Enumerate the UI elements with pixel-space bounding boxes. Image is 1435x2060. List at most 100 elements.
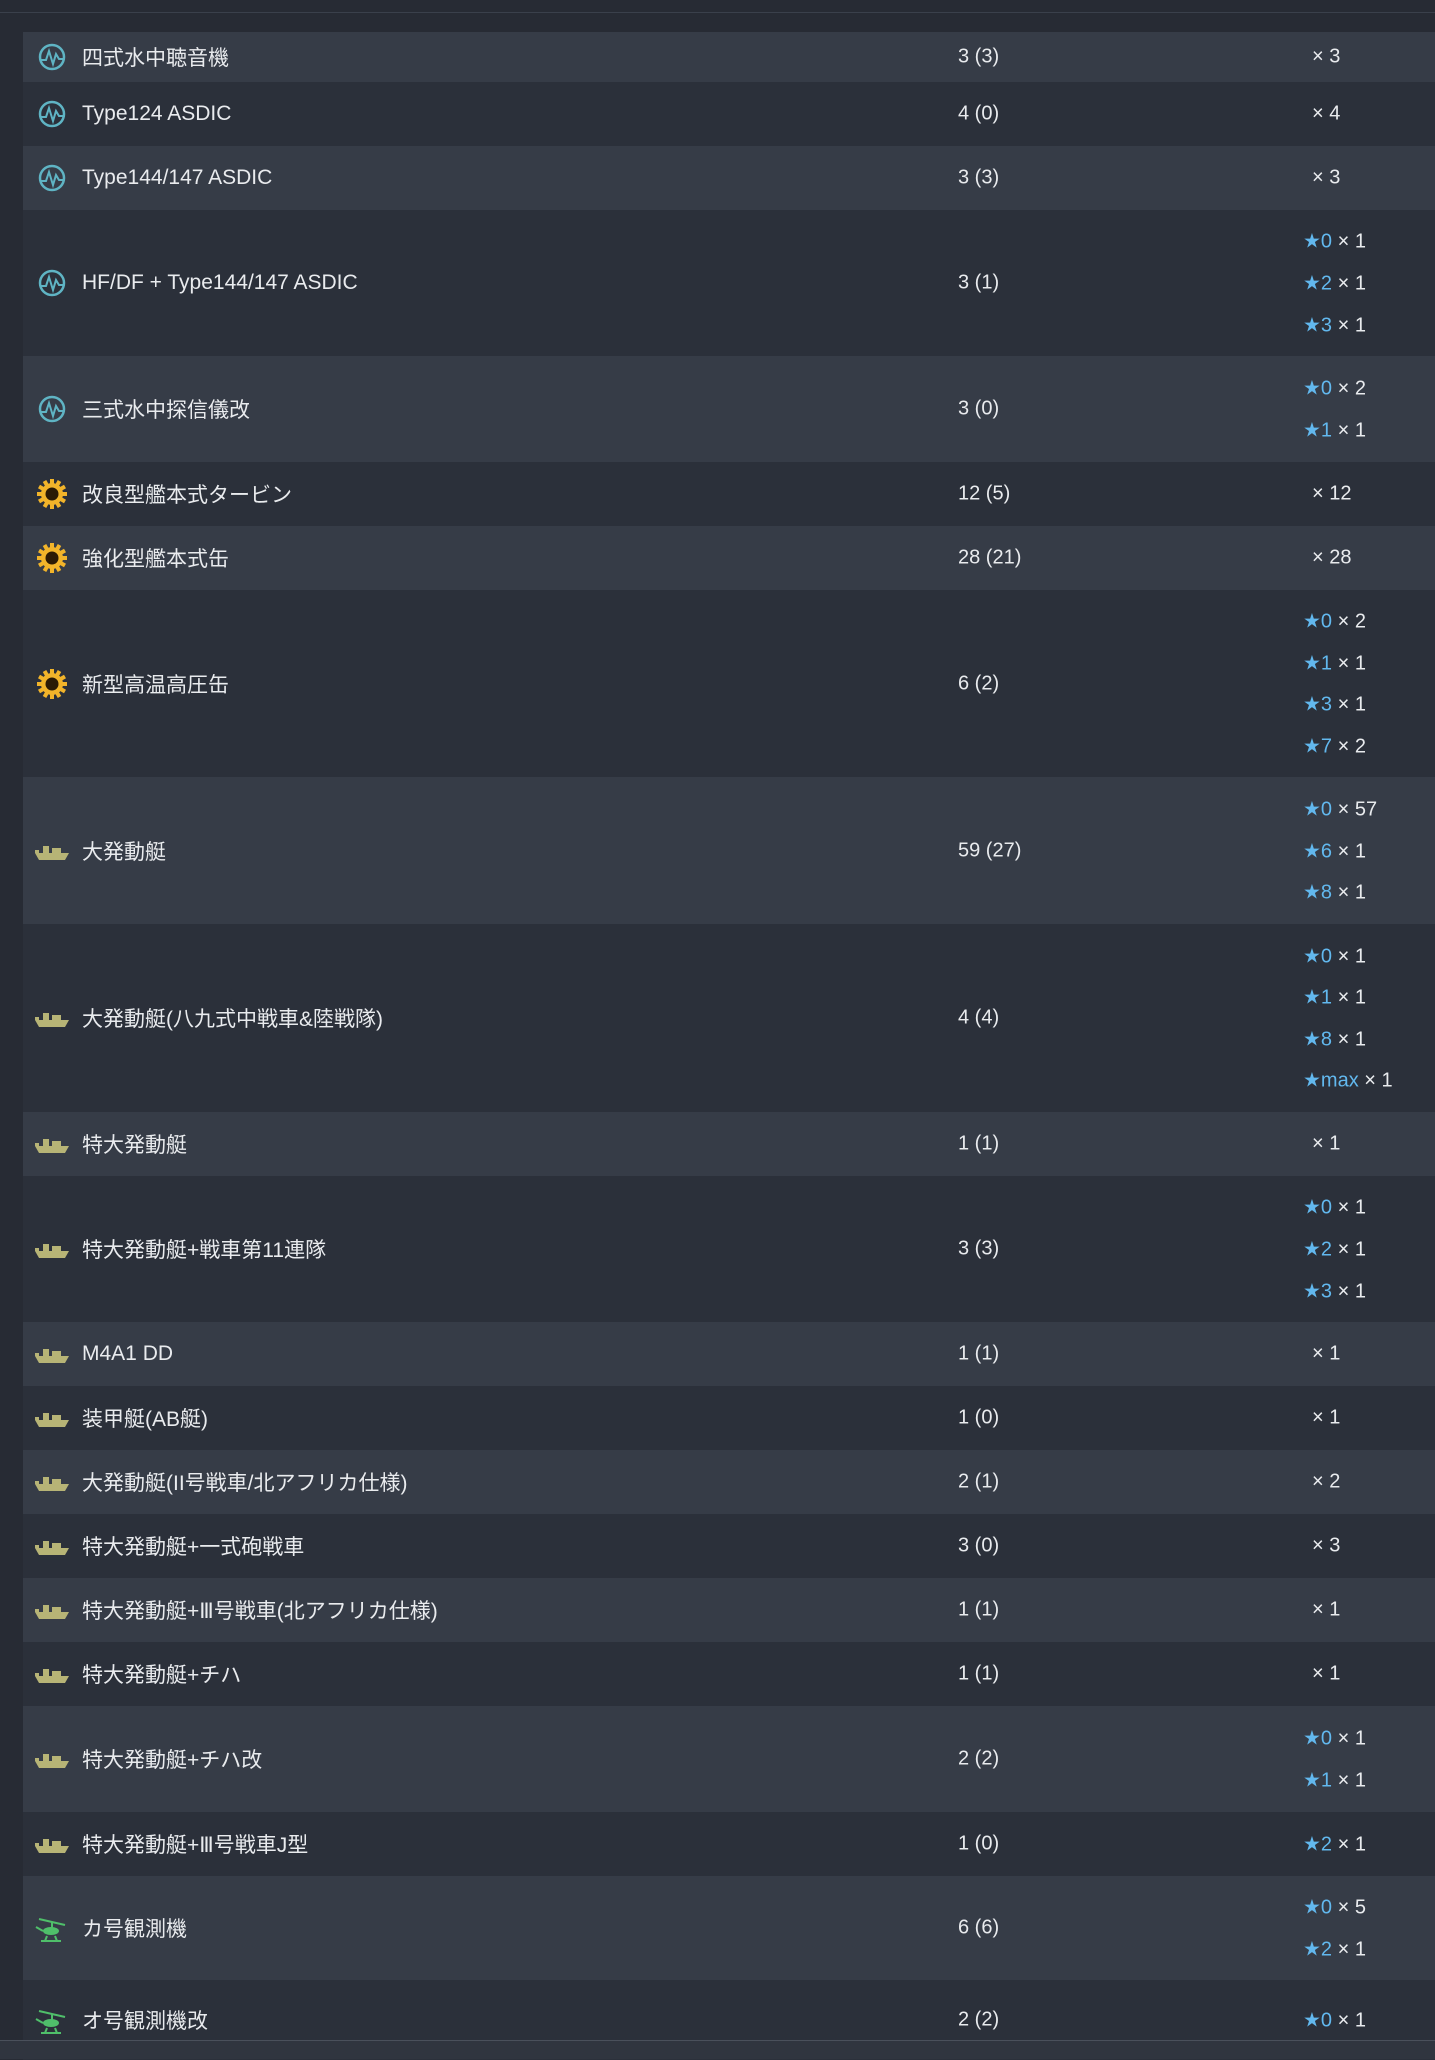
improvement-level: ★3 [1303,693,1333,716]
improvement-count: × 1 [1332,652,1366,675]
table-row: M4A1 DD 1 (1) × 1 [23,1322,1435,1386]
improvement-level: ★8 [1303,1028,1333,1051]
quantity-label: × 3 [1312,45,1341,68]
improvement-line: ★max × 1 [1303,1068,1393,1093]
equipment-count: 2 (2) [958,2008,1000,2031]
improvement-level: ★3 [1303,1280,1333,1303]
table-row: 特大発動艇+Ⅲ号戦車(北アフリカ仕様) 1 (1) × 1 [23,1578,1435,1642]
improvement-level: ★2 [1303,272,1333,295]
table-row: 装甲艇(AB艇) 1 (0) × 1 [23,1386,1435,1450]
equipment-count: 1 (1) [958,1662,1000,1685]
quantity-label: × 12 [1312,482,1352,505]
table-row: 大発動艇 59 (27) ★0 × 57 ★6 × 1 ★8 × 1 [23,777,1435,924]
equipment-name: M4A1 DD [82,1342,174,1365]
equipment-name: 特大発動艇 [82,1134,187,1157]
equipment-count: 1 (0) [958,1832,1000,1855]
improvement-line: ★6 × 1 [1303,838,1366,863]
equipment-name: 特大発動艇+一式砲戦車 [82,1536,305,1559]
improvement-line: ★2 × 1 [1303,1936,1366,1961]
equipment-name: 特大発動艇+チハ改 [82,1749,263,1772]
improvement-level: ★0 [1303,945,1333,968]
equipment-name: 特大発動艇+チハ [82,1664,242,1687]
improvement-count: × 2 [1332,377,1366,400]
improvement-level: ★0 [1303,610,1333,633]
improvement-line: ★3 × 1 [1303,1278,1366,1303]
improvement-line: ★2 × 1 [1303,271,1366,296]
improvement-level: ★0 [1303,798,1333,821]
equipment-count: 2 (2) [958,1747,1000,1770]
equipment-count: 59 (27) [958,839,1022,861]
table-row: 改良型艦本式タービン 12 (5) × 12 [23,462,1435,526]
equipment-count: 28 (21) [958,546,1022,569]
equipment-name: Type144/147 ASDIC [82,166,273,189]
improvement-level: ★max [1303,1069,1359,1092]
equipment-name: 装甲艇(AB艇) [82,1408,208,1431]
improvement-count: × 1 [1332,986,1366,1009]
equipment-name: 特大発動艇+戦車第11連隊 [82,1239,327,1262]
equipment-count: 1 (1) [958,1598,1000,1621]
equipment-count: 12 (5) [958,482,1011,505]
equipment-name: 特大発動艇+Ⅲ号戦車(北アフリカ仕様) [82,1600,438,1623]
landing-craft-icon [33,836,71,866]
improvement-line: ★0 × 1 [1303,1195,1366,1220]
landing-craft-icon [33,1595,71,1625]
improvement-level: ★2 [1303,1833,1333,1856]
table-row: Type144/147 ASDIC 3 (3) × 3 [23,146,1435,210]
improvement-count: × 1 [1332,1833,1366,1856]
improvement-count: × 2 [1332,610,1366,633]
improvement-line: ★0 × 5 [1303,1895,1366,1920]
sonar-icon [33,268,71,298]
equipment-count: 3 (0) [958,1534,1000,1557]
improvement-level: ★1 [1303,1769,1333,1792]
improvement-count: × 1 [1332,693,1366,716]
improvement-count: × 1 [1332,1280,1366,1303]
improvement-level: ★3 [1303,314,1333,337]
improvement-line: ★0 × 2 [1303,609,1366,634]
improvement-count: × 1 [1332,1938,1366,1961]
equipment-name: 改良型艦本式タービン [82,484,292,507]
equipment-count: 6 (2) [958,672,1000,694]
equipment-name: 大発動艇(II号戦車/北アフリカ仕様) [82,1472,408,1495]
improvement-level: ★1 [1303,419,1333,442]
improvement-count: × 1 [1332,314,1366,337]
landing-craft-icon [33,1234,71,1264]
improvement-count: × 1 [1332,1028,1366,1051]
equipment-name: 大発動艇 [82,840,166,864]
improvement-count: × 1 [1332,419,1366,442]
improvement-line: ★1 × 1 [1303,1767,1366,1792]
improvement-count: × 1 [1332,1769,1366,1792]
equipment-count: 1 (1) [958,1132,1000,1155]
improvement-level: ★0 [1303,1196,1333,1219]
landing-craft-icon [33,1129,71,1159]
improvement-count: × 57 [1332,798,1378,821]
improvement-level: ★0 [1303,1727,1333,1750]
improvement-count: × 1 [1332,881,1366,904]
table-row: 特大発動艇+一式砲戦車 3 (0) × 3 [23,1514,1435,1578]
improvement-count: × 1 [1332,2009,1366,2032]
table-row: Type124 ASDIC 4 (0) × 4 [23,82,1435,146]
equipment-name: 新型高温高圧缶 [82,673,229,697]
improvement-level: ★2 [1303,1938,1333,1961]
landing-craft-icon [33,1829,71,1859]
landing-craft-icon [33,1403,71,1433]
equipment-name: オ号観測機改 [82,2010,208,2033]
equipment-name: 特大発動艇+Ⅲ号戦車J型 [82,1834,309,1857]
improvement-line: ★3 × 1 [1303,312,1366,337]
quantity-label: × 1 [1312,1598,1341,1621]
improvement-level: ★2 [1303,1238,1333,1261]
improvement-line: ★3 × 1 [1303,692,1366,717]
equipment-count: 1 (0) [958,1406,1000,1429]
improvement-level: ★1 [1303,986,1333,1009]
equipment-count: 3 (1) [958,271,1000,294]
equipment-count: 3 (3) [958,45,1000,68]
quantity-label: × 1 [1312,1406,1341,1429]
improvement-line: ★0 × 1 [1303,2008,1366,2033]
quantity-label: × 3 [1312,1534,1341,1557]
equipment-name: 四式水中聴音機 [82,47,229,70]
table-row: カ号観測機 6 (6) ★0 × 5 ★2 × 1 [23,1876,1435,1980]
quantity-label: × 4 [1312,102,1341,125]
equipment-name: 強化型艦本式缶 [82,548,229,571]
table-row: 強化型艦本式缶 28 (21) × 28 [23,526,1435,590]
quantity-label: × 1 [1312,1132,1341,1155]
quantity-label: × 1 [1312,1342,1341,1365]
